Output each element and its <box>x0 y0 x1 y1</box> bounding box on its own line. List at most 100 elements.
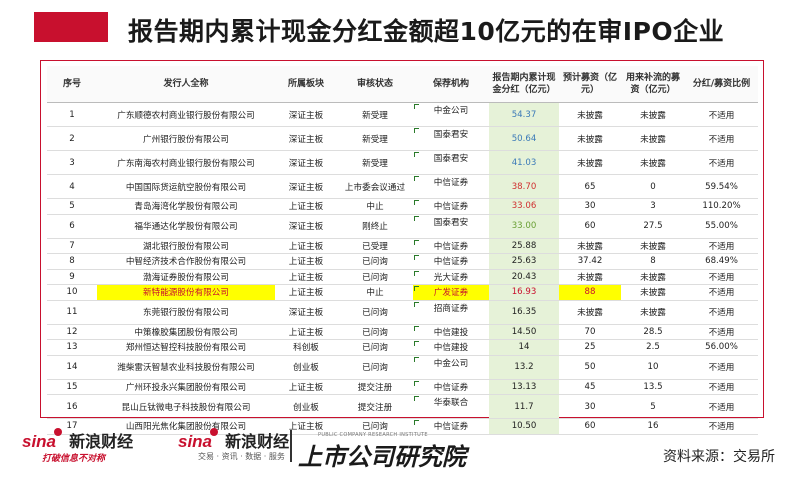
sponsor: 中信证券 <box>413 238 489 254</box>
dividend-total: 33.06 <box>489 198 559 215</box>
table-row: 2 广州银行股份有限公司 深证主板 新受理 国泰君安 50.64 未披露 未披露 不适用 <box>47 126 758 151</box>
liquidity-raise: 未披露 <box>621 150 685 175</box>
review-status: 中止 <box>337 284 413 301</box>
board: 深证主板 <box>275 126 337 151</box>
issuer-name: 潍柴雷沃智慧农业科技股份有限公司 <box>97 355 275 380</box>
sponsor-label: 中信证券 <box>433 257 469 268</box>
title-accent-block <box>34 12 108 42</box>
board: 深证主板 <box>275 300 337 325</box>
table-row: 10 新特能源股份有限公司 上证主板 中止 广发证券 16.93 88 未披露 不适用 <box>47 284 758 301</box>
sina-slogan: 打破信息不对称 <box>42 454 106 464</box>
board: 上证主板 <box>275 269 337 285</box>
row-no: 10 <box>47 284 97 301</box>
issuer-name: 广东顺德农村商业银行股份有限公司 <box>97 102 275 127</box>
sponsor: 国泰君安 <box>413 150 489 175</box>
sponsor: 中信建投 <box>413 339 489 356</box>
dividend-total: 38.70 <box>489 174 559 199</box>
table-row: 12 中策橡胶集团股份有限公司 上证主板 已问询 中信建投 14.50 70 28.5 不适用 <box>47 324 758 340</box>
liquidity-raise: 8 <box>621 253 685 270</box>
sponsor: 中信证券 <box>413 198 489 215</box>
board: 深证主板 <box>275 102 337 127</box>
board: 上证主板 <box>275 284 337 301</box>
sina-finance-logo-2: sina 新浪财经 <box>178 428 289 452</box>
dividend-ratio: 不适用 <box>685 355 758 380</box>
board: 上证主板 <box>275 198 337 215</box>
review-status: 刚终止 <box>337 214 413 239</box>
expected-raise: 65 <box>559 174 621 199</box>
review-status: 已问询 <box>337 339 413 356</box>
dividend-total: 25.63 <box>489 253 559 270</box>
issuer-name: 渤海证券股份有限公司 <box>97 269 275 285</box>
row-no: 5 <box>47 198 97 215</box>
corner-mark-icon <box>414 286 419 291</box>
sponsor: 中信证券 <box>413 253 489 270</box>
board: 创业板 <box>275 355 337 380</box>
sina-finance-name-2: 新浪财经 <box>225 432 290 451</box>
row-no: 4 <box>47 174 97 199</box>
sina-services: 交易 · 资讯 · 数据 · 服务 <box>198 452 285 461</box>
review-status: 提交注册 <box>337 394 413 419</box>
review-status: 新受理 <box>337 126 413 151</box>
dividend-total: 33.00 <box>489 214 559 239</box>
issuer-name: 昆山丘钛微电子科技股份有限公司 <box>97 394 275 419</box>
table-header-row: 序号 发行人全称 所属板块 审核状态 保荐机构 报告期内累计现金分红（亿元） 预… <box>47 66 758 103</box>
dividend-total: 25.88 <box>489 238 559 254</box>
expected-raise: 未披露 <box>559 102 621 127</box>
sponsor: 招商证券 <box>413 300 489 325</box>
header-board: 所属板块 <box>275 66 337 103</box>
issuer-name: 广州环投永兴集团股份有限公司 <box>97 379 275 395</box>
dividend-total: 54.37 <box>489 102 559 127</box>
sina-wordmark: sina <box>22 432 57 451</box>
liquidity-raise: 未披露 <box>621 284 685 301</box>
board: 科创板 <box>275 339 337 356</box>
corner-mark-icon <box>414 325 419 331</box>
expected-raise: 未披露 <box>559 150 621 175</box>
review-status: 提交注册 <box>337 379 413 395</box>
sponsor-label: 中信证券 <box>433 202 469 213</box>
review-status: 上市委会议通过 <box>337 174 413 199</box>
board: 上证主板 <box>275 238 337 254</box>
issuer-name: 广东南海农村商业银行股份有限公司 <box>97 150 275 175</box>
dividend-ratio: 55.00% <box>685 214 758 239</box>
sponsor: 中信证券 <box>413 379 489 395</box>
table-row: 1 广东顺德农村商业银行股份有限公司 深证主板 新受理 中金公司 54.37 未披露 未披露不… <box>47 102 758 127</box>
issuer-name: 中国国际货运航空股份有限公司 <box>97 174 275 199</box>
header-liquidity: 用来补流的募资（亿元） <box>621 66 685 103</box>
sponsor: 中信证券 <box>413 174 489 199</box>
board: 上证主板 <box>275 253 337 270</box>
dividend-ratio: 不适用 <box>685 150 758 175</box>
dividend-ratio: 68.49% <box>685 253 758 270</box>
expected-raise: 60 <box>559 214 621 239</box>
table-row: 15 广州环投永兴集团股份有限公司 上证主板 提交注册 中信证券 13.13 45 13.5 不… <box>47 379 758 395</box>
issuer-name: 东莞银行股份有限公司 <box>97 300 275 325</box>
sponsor-label: 华泰联合 <box>433 398 469 408</box>
expected-raise: 25 <box>559 339 621 356</box>
corner-mark-icon <box>414 270 419 276</box>
expected-raise: 未披露 <box>559 269 621 285</box>
liquidity-raise: 10 <box>621 355 685 380</box>
liquidity-raise: 未披露 <box>621 269 685 285</box>
review-status: 已问询 <box>337 355 413 380</box>
board: 深证主板 <box>275 214 337 239</box>
review-status: 已受理 <box>337 238 413 254</box>
dividend-ratio: 110.20% <box>685 198 758 215</box>
liquidity-raise: 3 <box>621 198 685 215</box>
header-issuer: 发行人全称 <box>97 66 275 103</box>
corner-mark-icon <box>414 200 419 205</box>
dividend-total: 20.43 <box>489 269 559 285</box>
table-row: 7 湖北银行股份有限公司 上证主板 已受理 中信证券 25.88 未披露 未披露 不适用 <box>47 238 758 254</box>
row-no: 9 <box>47 269 97 285</box>
issuer-name: 青岛海湾化学股份有限公司 <box>97 198 275 215</box>
sponsor-label: 中信建投 <box>433 343 469 354</box>
review-status: 已问询 <box>337 253 413 270</box>
sina-eye-icon-2 <box>210 428 219 436</box>
dividend-total: 14 <box>489 339 559 356</box>
expected-raise: 30 <box>559 198 621 215</box>
sponsor: 国泰君安 <box>413 126 489 151</box>
sponsor: 中金公司 <box>413 355 489 380</box>
corner-mark-icon <box>414 380 419 386</box>
page-title: 报告期内累计现金分红金额超10亿元的在审IPO企业 <box>128 17 725 46</box>
header-raise: 预计募资（亿元） <box>559 66 621 103</box>
liquidity-raise: 未披露 <box>621 102 685 127</box>
corner-mark-icon <box>414 239 419 245</box>
